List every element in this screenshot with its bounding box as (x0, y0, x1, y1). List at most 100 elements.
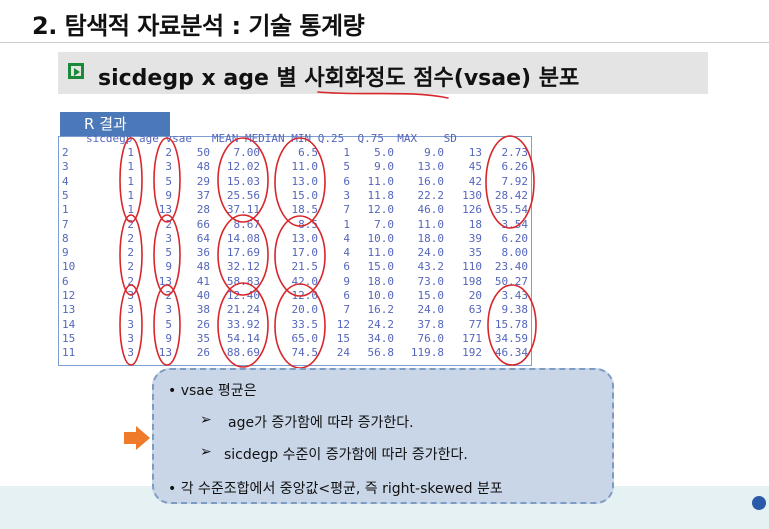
cell-idx: 7 (62, 217, 69, 231)
note-line-2: age가 증가함에 따라 증가한다. (228, 415, 414, 431)
cell-sicdegp: 2 (127, 246, 134, 260)
cell-age: 2 (165, 146, 172, 159)
cell-mean: 8.67 (233, 217, 261, 231)
cell-sd: 6.26 (501, 160, 529, 174)
cell-median: 12.0 (291, 289, 319, 302)
cell-mean: 25.56 (226, 188, 260, 202)
cell-sd: 8.00 (501, 246, 529, 260)
cell-q75: 37.8 (417, 317, 445, 331)
cell-mean: 15.03 (226, 174, 260, 188)
cell-min: 1 (343, 146, 350, 159)
cell-q25: 34.0 (367, 331, 395, 345)
cell-vsae: 35 (196, 331, 210, 345)
cell-age: 13 (158, 346, 172, 360)
cell-min: 6 (343, 289, 350, 302)
cell-vsae: 26 (196, 317, 210, 331)
cell-q25: 10.0 (367, 231, 395, 245)
cell-sd: 7.92 (501, 174, 529, 188)
cell-mean: 88.69 (226, 346, 260, 360)
cell-min: 12 (336, 317, 350, 331)
note-line-4: • 각 수준조합에서 중앙값<평균, 즉 right-skewed 분포 (168, 481, 503, 497)
cell-max: 110 (462, 260, 482, 274)
cell-q75: 9.0 (424, 146, 444, 159)
cell-mean: 54.14 (226, 331, 260, 345)
cell-max: 39 (468, 231, 482, 245)
cell-q25: 18.0 (367, 274, 395, 288)
cell-median: 21.5 (291, 260, 319, 274)
cell-vsae: 40 (196, 289, 210, 302)
cell-age: 5 (165, 317, 172, 331)
cell-sicdegp: 3 (127, 303, 134, 317)
cell-idx: 3 (62, 160, 69, 174)
cell-median: 33.5 (291, 317, 319, 331)
cell-age: 2 (165, 217, 172, 231)
cell-median: 17.0 (291, 246, 319, 260)
cell-min: 4 (343, 231, 350, 245)
cell-sicdegp: 2 (127, 231, 134, 245)
cell-idx: 8 (62, 231, 69, 245)
cell-min: 5 (343, 160, 350, 174)
cell-sicdegp: 1 (127, 160, 134, 174)
cell-mean: 7.00 (233, 146, 261, 159)
cell-median: 20.0 (291, 303, 319, 317)
cell-sicdegp: 3 (127, 331, 134, 345)
cell-mean: 37.11 (226, 203, 260, 217)
cell-median: 6.5 (298, 146, 318, 159)
cell-min: 15 (336, 331, 350, 345)
cell-age: 9 (165, 188, 172, 202)
cell-vsae: 50 (196, 146, 210, 159)
title-divider (0, 42, 769, 43)
note-arrow-2: ➢ (200, 444, 212, 460)
cell-vsae: 26 (196, 346, 210, 360)
cell-max: 198 (462, 274, 482, 288)
cell-max: 77 (468, 317, 482, 331)
cell-vsae: 38 (196, 303, 210, 317)
cell-mean: 17.69 (226, 246, 260, 260)
cell-min: 7 (343, 203, 350, 217)
cell-q25: 11.0 (367, 246, 395, 260)
cell-min: 3 (343, 188, 350, 202)
cell-q75: 24.0 (417, 246, 445, 260)
cell-min: 6 (343, 260, 350, 274)
cell-q75: 119.8 (410, 346, 444, 360)
cell-q75: 11.0 (417, 217, 445, 231)
cell-sd: 15.78 (494, 317, 528, 331)
cell-q25: 9.0 (374, 160, 394, 174)
cell-sd: 2.73 (501, 146, 529, 159)
cell-min: 1 (343, 217, 350, 231)
cell-max: 63 (468, 303, 482, 317)
cell-q75: 18.0 (417, 231, 445, 245)
cell-sd: 9.38 (501, 303, 529, 317)
cell-mean: 58.83 (226, 274, 260, 288)
cell-min: 7 (343, 303, 350, 317)
cell-sd: 3.43 (501, 289, 529, 302)
cell-q75: 13.0 (417, 160, 445, 174)
slide-title: 2. 탐색적 자료분석 : 기술 통계량 (32, 12, 365, 40)
cell-max: 45 (468, 160, 482, 174)
cell-max: 42 (468, 174, 482, 188)
cell-q25: 24.2 (367, 317, 395, 331)
cell-idx: 15 (62, 331, 76, 345)
cell-q25: 10.0 (367, 289, 395, 302)
play-icon (68, 63, 84, 79)
cell-idx: 9 (62, 246, 69, 260)
cell-age: 13 (158, 274, 172, 288)
cell-idx: 2 (62, 146, 69, 159)
cell-age: 3 (165, 231, 172, 245)
cell-sicdegp: 3 (127, 317, 134, 331)
cell-sicdegp: 3 (127, 346, 134, 360)
cell-vsae: 66 (196, 217, 210, 231)
cell-min: 24 (336, 346, 350, 360)
cell-age: 2 (165, 289, 172, 302)
cell-max: 171 (462, 331, 482, 345)
cell-median: 8.5 (298, 217, 318, 231)
cell-min: 6 (343, 174, 350, 188)
cell-q75: 24.0 (417, 303, 445, 317)
cell-idx: 11 (62, 346, 76, 360)
cell-median: 18.5 (291, 203, 319, 217)
cell-median: 13.0 (291, 231, 319, 245)
cell-q75: 22.2 (417, 188, 445, 202)
cell-median: 42.0 (291, 274, 319, 288)
cell-q75: 15.0 (417, 289, 445, 302)
cell-sicdegp: 1 (127, 146, 134, 159)
